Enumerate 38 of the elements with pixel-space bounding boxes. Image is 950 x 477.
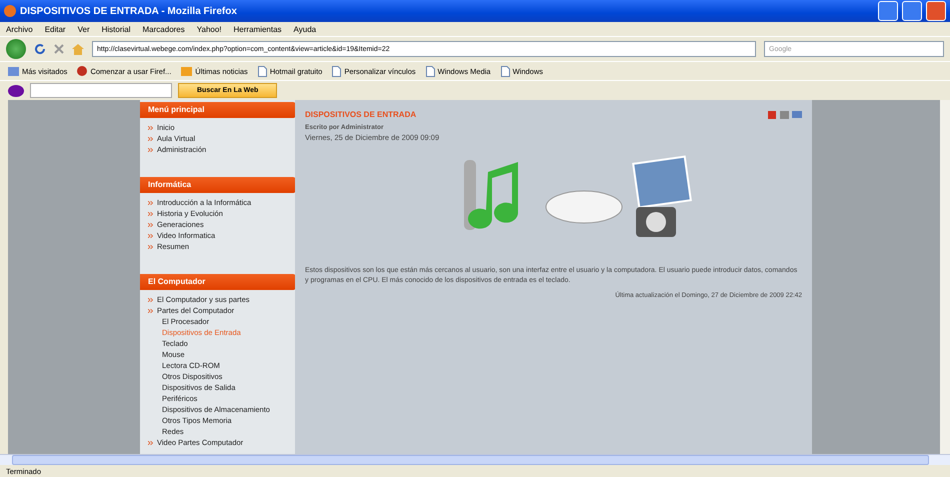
menu-item[interactable]: Marcadores <box>142 24 185 34</box>
bullet-icon <box>148 234 153 238</box>
bullet-icon <box>148 126 153 130</box>
bullet-icon <box>148 244 153 248</box>
bullet-icon <box>148 136 153 140</box>
menu-header: Informática <box>140 177 295 193</box>
back-button[interactable] <box>6 39 26 59</box>
restore-button[interactable] <box>902 1 922 21</box>
bullet-icon <box>148 148 153 152</box>
page-icon <box>500 66 510 76</box>
close-button[interactable] <box>926 1 946 21</box>
bullet-icon <box>148 308 153 312</box>
bullet-icon <box>148 212 153 216</box>
bullet-icon <box>148 200 153 204</box>
menu-item[interactable]: Herramientas <box>234 24 282 34</box>
folder-icon <box>8 66 19 76</box>
menu-item[interactable]: Yahoo! <box>196 24 222 34</box>
menu-item[interactable]: Archivo <box>6 24 33 34</box>
scrollbar-thumb[interactable] <box>12 455 929 465</box>
menu-header: El Computador <box>140 274 295 290</box>
page-icon <box>258 66 267 76</box>
menu-item[interactable]: Ver <box>78 24 90 34</box>
article-title: DISPOSITIVOS DE ENTRADA <box>305 110 416 119</box>
minimize-button[interactable] <box>878 1 898 21</box>
bullet-icon <box>148 222 153 226</box>
menu-item[interactable]: Ayuda <box>294 24 316 34</box>
window-title: DISPOSITIVOS DE ENTRADA - Mozilla Firefox <box>20 6 238 16</box>
folder-icon <box>181 66 192 76</box>
stop-icon[interactable] <box>54 44 64 54</box>
page-icon <box>332 66 342 76</box>
bullet-icon <box>148 298 153 302</box>
bullet-icon <box>148 440 153 444</box>
menu-item[interactable]: Historial <box>102 24 131 34</box>
yahoo-search-field[interactable] <box>30 83 172 98</box>
menu-header: Menú principal <box>140 102 295 118</box>
menu-item[interactable]: Editar <box>44 24 66 34</box>
page-icon <box>426 66 435 76</box>
reload-icon[interactable] <box>34 43 46 55</box>
